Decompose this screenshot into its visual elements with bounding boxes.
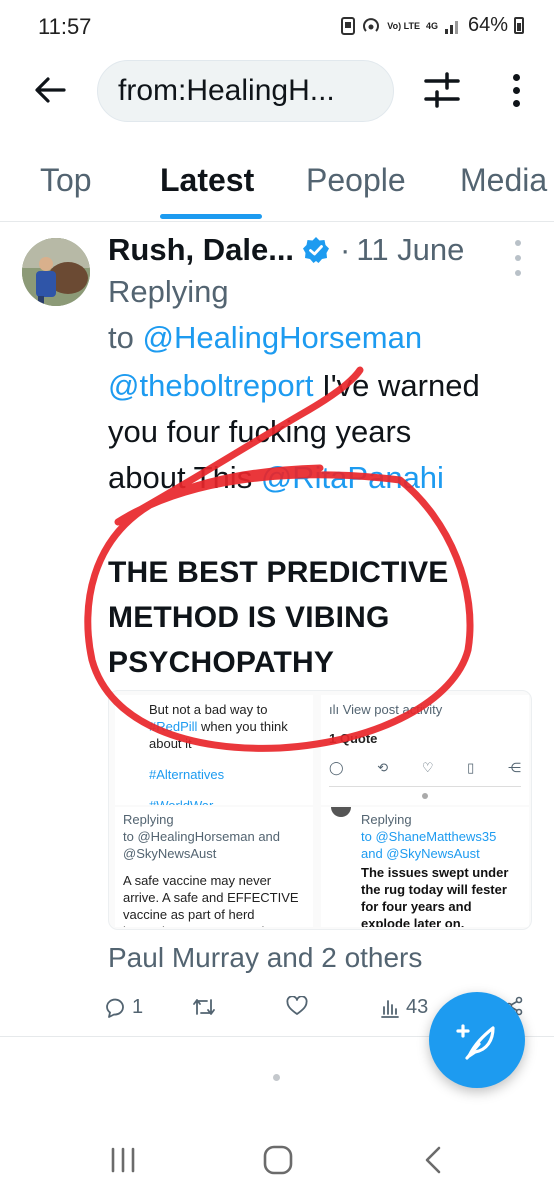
compose-post-button[interactable] [429, 992, 525, 1088]
retweet-icon [193, 999, 215, 1015]
avatar [331, 807, 351, 817]
tweet-headline: THE BEST PREDICTIVE METHOD IS VIBING PSY… [108, 556, 449, 679]
separator-dot: · [340, 232, 351, 267]
image-panel: Replying to @ShaneMatthews35 and @SkyNew… [321, 807, 529, 927]
tweet-date[interactable]: 11 June [356, 232, 464, 268]
tweet-more-button[interactable] [510, 240, 526, 276]
volte-indicator: Vo) LTE [387, 20, 420, 31]
search-tabs: Top Latest People Media [0, 150, 554, 222]
reply-to-mention[interactable]: @HealingHorseman [142, 320, 422, 355]
tweet-header: Rush, Dale... · 11 June [108, 232, 464, 268]
image-panel: ılı View post activity 1 Quote ◯ ⟲ ♡ ▯ ⋲ [321, 695, 529, 805]
more-vertical-icon [515, 240, 521, 246]
author-name[interactable]: Rush, Dale... [108, 232, 294, 268]
home-button[interactable] [253, 1138, 303, 1182]
active-tab-indicator [160, 214, 262, 219]
views-button[interactable]: 43 [380, 996, 428, 1019]
avatar[interactable] [22, 238, 90, 306]
tweet-text-line: @theboltreport I've warned [108, 368, 480, 403]
battery-icon [514, 17, 524, 34]
tweet[interactable]: Rush, Dale... · 11 June Replying to @Hea… [0, 222, 554, 1037]
recent-apps-button[interactable] [98, 1138, 148, 1182]
recent-apps-icon [111, 1147, 135, 1173]
share-icon: ⋲ [507, 760, 521, 775]
notification-icon [341, 16, 356, 35]
system-navigation-bar [0, 1120, 554, 1200]
search-input[interactable]: from:HealingH... [97, 60, 394, 122]
status-bar: 11:57 Vo) LTE 4G 64% [0, 0, 554, 52]
home-icon [263, 1145, 293, 1175]
retweet-button[interactable] [192, 996, 216, 1018]
retweet-icon: ⟲ [377, 760, 389, 775]
avatar-image [22, 238, 90, 306]
views-icon: ılı [329, 702, 343, 717]
status-icons: Vo) LTE 4G 64% [341, 14, 524, 37]
tweet-text-line: you four fucking years [108, 414, 412, 449]
signal-icon [444, 20, 458, 34]
bookmark-icon: ▯ [467, 760, 475, 775]
mini-action-bar: ◯ ⟲ ♡ ▯ ⋲ [329, 759, 521, 776]
like-button[interactable] [286, 996, 308, 1016]
social-context[interactable]: Paul Murray and 2 others [108, 942, 422, 974]
filter-sliders-icon [424, 72, 460, 108]
verified-badge-icon [303, 237, 330, 263]
replying-label: Replying [108, 274, 229, 309]
compose-feather-icon [456, 1024, 495, 1060]
tweet-text-line: about This @RitaPanahi [108, 460, 444, 495]
image-panel: But not a bad way to #RedPill when you t… [115, 695, 313, 805]
scroll-indicator-dot [273, 1074, 280, 1081]
like-icon [286, 996, 308, 1015]
arrow-left-icon [35, 77, 66, 103]
tweet-image[interactable]: But not a bad way to #RedPill when you t… [108, 690, 532, 930]
reply-button[interactable]: 1 [104, 996, 143, 1019]
views-icon [381, 999, 399, 1018]
more-vertical-icon [512, 73, 520, 81]
mention-link[interactable]: @theboltreport [108, 368, 314, 403]
search-header: from:HealingH... [0, 56, 554, 126]
chevron-left-icon [425, 1146, 441, 1174]
reply-icon: ◯ [329, 760, 344, 775]
reply-icon [106, 998, 124, 1018]
more-options-button[interactable] [494, 66, 538, 114]
tab-people[interactable]: People [306, 162, 406, 199]
hotspot-icon [363, 17, 380, 32]
tab-latest[interactable]: Latest [160, 162, 254, 199]
network-type: 4G [425, 20, 438, 31]
like-icon: ♡ [421, 760, 434, 775]
back-nav-button[interactable] [408, 1138, 458, 1182]
replying-to-line: to @HealingHorseman [108, 320, 423, 355]
mention-link[interactable]: @RitaPanahi [261, 460, 444, 495]
status-time: 11:57 [38, 14, 92, 39]
reply-count: 1 [132, 996, 144, 1018]
image-panel: Replying to @HealingHorseman and @SkyNew… [115, 807, 313, 927]
tab-top[interactable]: Top [40, 162, 92, 199]
back-button[interactable] [28, 68, 72, 112]
search-filter-button[interactable] [420, 68, 464, 112]
views-count: 43 [406, 996, 429, 1018]
battery-percent: 64% [467, 14, 508, 36]
tab-media[interactable]: Media [460, 162, 547, 199]
